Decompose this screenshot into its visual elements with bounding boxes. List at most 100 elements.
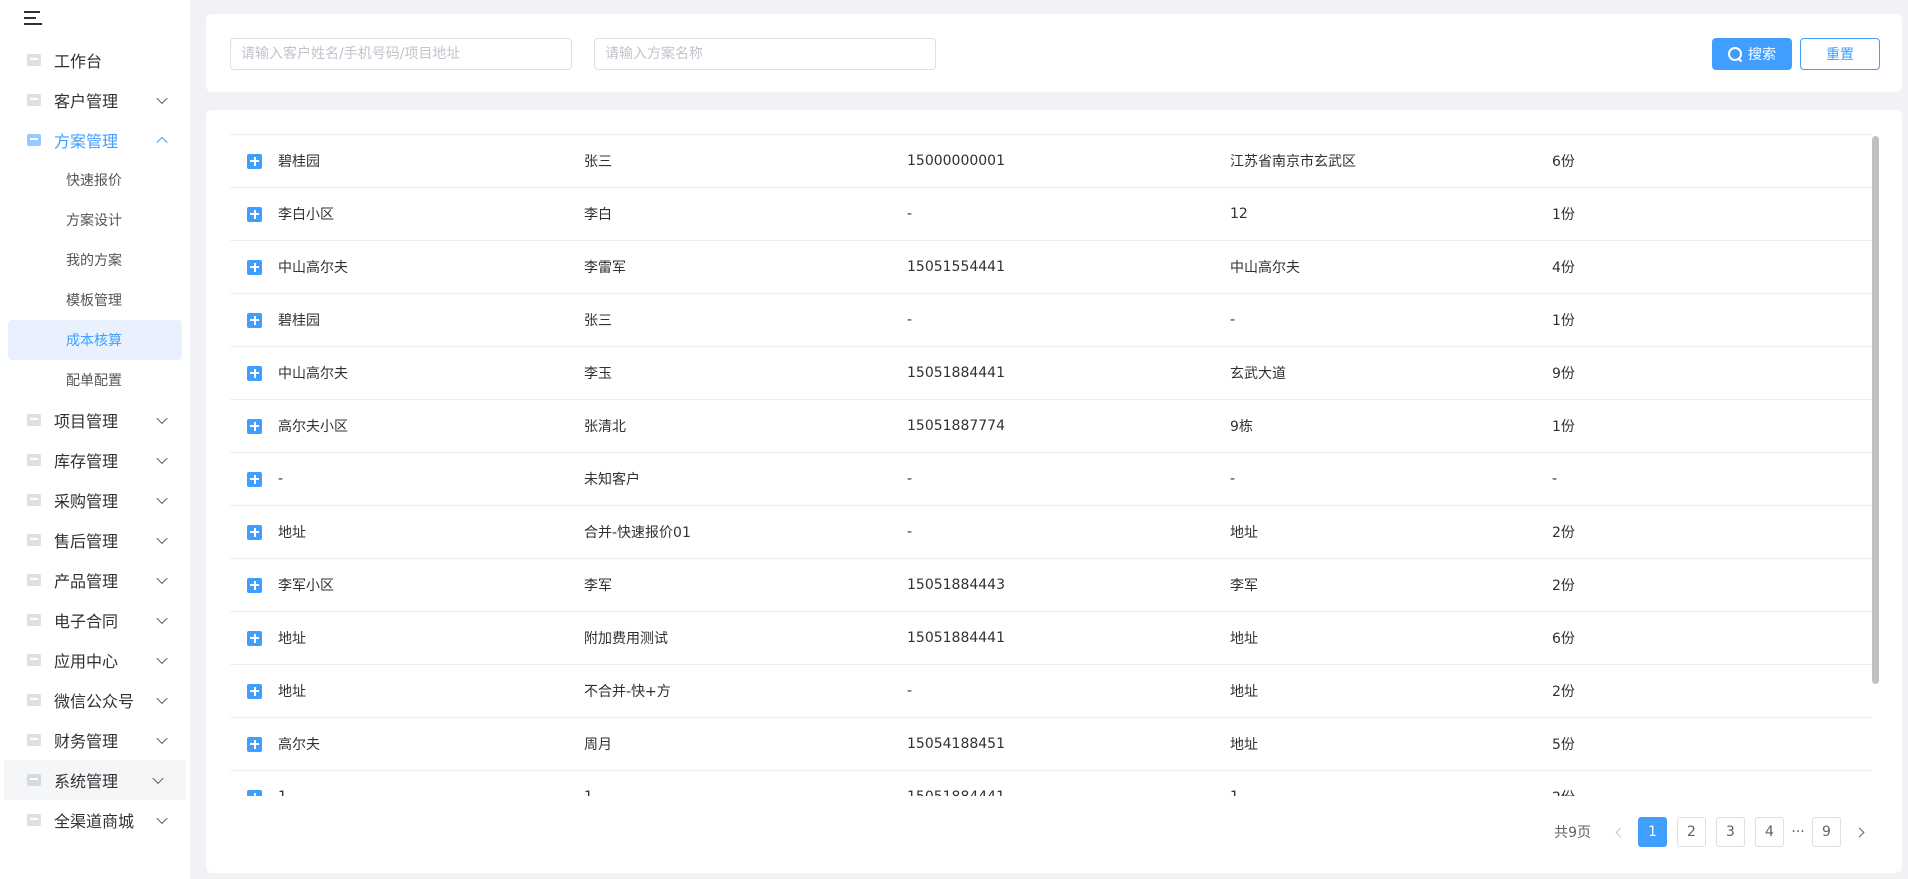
search-button[interactable]: 搜索 <box>1712 38 1792 70</box>
table-cell: - <box>907 206 913 222</box>
table-cell: 高尔夫小区 <box>278 419 348 435</box>
prev-page-icon[interactable] <box>1607 817 1633 847</box>
expand-row-icon[interactable] <box>247 789 262 796</box>
expand-row-icon[interactable] <box>247 736 262 752</box>
table-cell: 15051887774 <box>907 418 1005 434</box>
submenu-item-1[interactable]: 方案设计 <box>0 200 190 240</box>
sidebar-item-label: 方案管理 <box>54 132 119 151</box>
expand-row-icon[interactable] <box>247 630 262 646</box>
scrollbar-thumb[interactable] <box>1872 136 1879 684</box>
sidebar-item-label: 售后管理 <box>54 532 119 551</box>
collapse-menu-icon[interactable] <box>24 8 44 28</box>
table-cell: - <box>1230 471 1236 487</box>
expand-row-icon[interactable] <box>247 471 262 487</box>
sidebar-item-a3[interactable]: 售后管理 <box>0 520 190 560</box>
table-cell: 9份 <box>1552 366 1575 382</box>
contract-icon <box>25 611 43 629</box>
sidebar-item-m1[interactable]: 客户管理 <box>0 80 190 120</box>
table-cell: 1份 <box>1552 207 1575 223</box>
expand-row-icon[interactable] <box>247 577 262 593</box>
page-button-last[interactable]: 9 <box>1812 817 1841 847</box>
page-button-3[interactable]: 3 <box>1716 817 1745 847</box>
table-cell: 李雷军 <box>584 260 626 276</box>
expand-row-icon[interactable] <box>247 365 262 381</box>
table-cell: 李玉 <box>584 366 612 382</box>
next-page-icon[interactable] <box>1846 817 1872 847</box>
table-cell: 中山高尔夫 <box>278 366 348 382</box>
headset-icon <box>25 531 43 549</box>
submenu-item-0[interactable]: 快速报价 <box>0 160 190 200</box>
page-button-4[interactable]: 4 <box>1755 817 1784 847</box>
table-cell: 地址 <box>1230 737 1258 753</box>
sidebar-item-a9[interactable]: 系统管理 <box>4 760 186 800</box>
plan-table: 碧桂园 张三 15000000001 江苏省南京市玄武区 6份 李白小区 李白 -12 1份 中山… <box>230 134 1878 796</box>
submenu-item-3[interactable]: 模板管理 <box>0 280 190 320</box>
table-cell: 张三 <box>584 313 612 329</box>
sidebar-item-a4[interactable]: 产品管理 <box>0 560 190 600</box>
submenu-item-2[interactable]: 我的方案 <box>0 240 190 280</box>
apps-icon <box>25 651 43 669</box>
table-cell: 1份 <box>1552 419 1575 435</box>
money-bag-icon <box>25 731 43 749</box>
sidebar-item-label: 微信公众号 <box>54 692 135 711</box>
table-row: 碧桂园 张三 - - 1份 <box>230 294 1878 347</box>
sidebar-item-label: 产品管理 <box>54 572 119 591</box>
page-ellipsis[interactable]: ··· <box>1789 824 1807 840</box>
table-cell: 中山高尔夫 <box>1230 260 1300 276</box>
table-row: 地址 不合并-快+方 - 地址 2份 <box>230 665 1878 718</box>
table-row: 李军小区 李军 15051884443 李军 2份 <box>230 559 1878 612</box>
table-row: 李白小区 李白 - 12 1份 <box>230 188 1878 241</box>
sidebar-item-m0[interactable]: 工作台 <box>0 40 190 80</box>
expand-row-icon[interactable] <box>247 206 262 222</box>
table-cell: - <box>907 524 913 540</box>
table-cell: 6份 <box>1552 154 1575 170</box>
sidebar-item-a10[interactable]: 全渠道商城 <box>0 800 190 840</box>
plan-name-input[interactable] <box>594 38 936 70</box>
submenu-item-5[interactable]: 配单配置 <box>0 360 190 400</box>
table-cell: 2份 <box>1552 787 1752 796</box>
table-cell: 15051884441 <box>907 365 1005 381</box>
table-cell: 李白小区 <box>278 207 334 223</box>
table-cell: 2份 <box>1552 684 1575 700</box>
expand-row-icon[interactable] <box>247 524 262 540</box>
search-panel: 搜索 重置 <box>206 14 1902 92</box>
table-cell: - <box>907 471 913 487</box>
reset-button[interactable]: 重置 <box>1800 38 1880 70</box>
table-cell: - <box>907 312 913 328</box>
sidebar-item-a2[interactable]: 采购管理 <box>0 480 190 520</box>
table-cell: 6份 <box>1552 631 1575 647</box>
plan-icon <box>25 131 43 149</box>
table-cell: 15051884441 <box>907 789 1230 796</box>
expand-row-icon[interactable] <box>247 153 262 169</box>
page-button-1[interactable]: 1 <box>1638 817 1667 847</box>
sidebar-item-m2[interactable]: 方案管理 <box>0 120 190 160</box>
sidebar-item-a6[interactable]: 应用中心 <box>0 640 190 680</box>
expand-row-icon[interactable] <box>247 418 262 434</box>
table-row: 高尔夫 周月 15054188451 地址 5份 <box>230 718 1878 771</box>
table-cell: 9栋 <box>1230 419 1253 435</box>
table-cell: 李军 <box>1230 578 1258 594</box>
sidebar-item-a8[interactable]: 财务管理 <box>0 720 190 760</box>
sidebar-item-label: 系统管理 <box>54 772 119 791</box>
expand-row-icon[interactable] <box>247 312 262 328</box>
expand-row-icon[interactable] <box>247 259 262 275</box>
sidebar-item-a0[interactable]: 项目管理 <box>0 400 190 440</box>
customer-search-input[interactable] <box>230 38 572 70</box>
table-cell: 15051554441 <box>907 259 1005 275</box>
table-cell: 玄武大道 <box>1230 366 1286 382</box>
table-cell: 4份 <box>1552 260 1575 276</box>
sidebar-item-a1[interactable]: 库存管理 <box>0 440 190 480</box>
page-button-2[interactable]: 2 <box>1677 817 1706 847</box>
sidebar-item-a7[interactable]: 微信公众号 <box>0 680 190 720</box>
sidebar-item-a5[interactable]: 电子合同 <box>0 600 190 640</box>
expand-row-icon[interactable] <box>247 683 262 699</box>
sidebar: 工作台 客户管理方案管理快速报价 方案设计 我的方案 模板管理 成本核算 配单配置 项目管理库… <box>0 0 190 879</box>
table-row: 高尔夫小区 张清北 15051887774 9栋 1份 <box>230 400 1878 453</box>
table-row: 碧桂园 张三 15000000001 江苏省南京市玄武区 6份 <box>230 135 1878 188</box>
submenu-item-4[interactable]: 成本核算 <box>8 320 182 360</box>
table-cell: 1 <box>1230 789 1552 796</box>
pagination: 共9页 1 2 3 4 ··· 9 <box>1554 816 1872 848</box>
table-cell: - <box>907 683 913 699</box>
table-cell: 李白 <box>584 207 612 223</box>
sidebar-item-label: 库存管理 <box>54 452 119 471</box>
